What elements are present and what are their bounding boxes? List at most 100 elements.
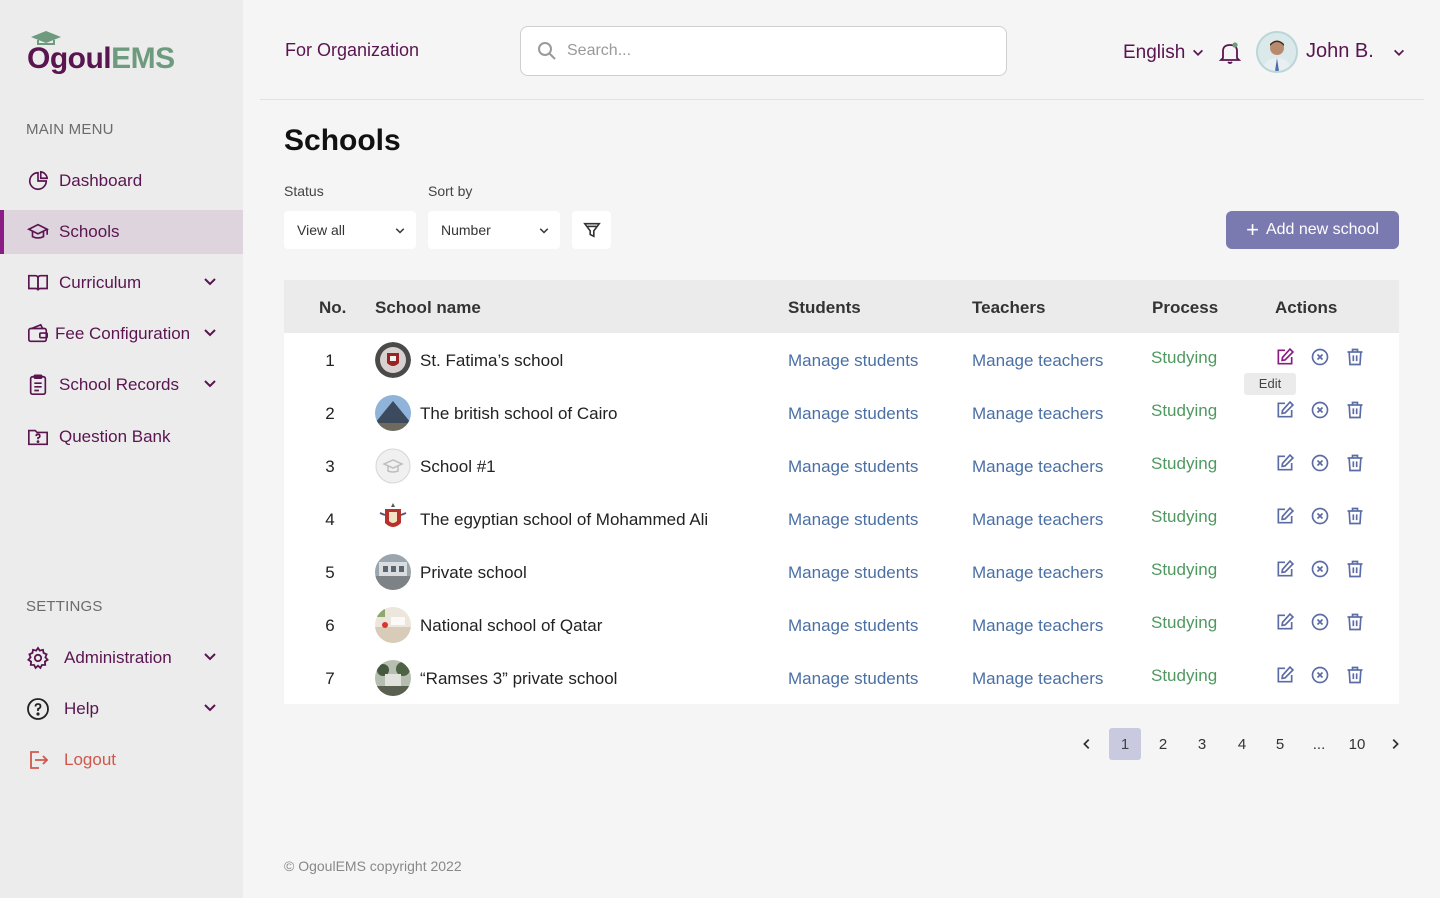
page-button-5[interactable]: 5 bbox=[1264, 728, 1296, 760]
sidebar-item-logout[interactable]: Logout bbox=[0, 738, 243, 782]
help-icon bbox=[26, 697, 50, 721]
page-button-10[interactable]: 10 bbox=[1341, 728, 1373, 760]
ogoulems-logo[interactable]: OgoulEMS bbox=[27, 30, 175, 74]
chevron-down-icon[interactable] bbox=[202, 274, 218, 290]
edit-icon[interactable] bbox=[1274, 452, 1296, 474]
sort-by-select[interactable]: Number bbox=[428, 211, 560, 249]
sidebar-item-school-records[interactable]: School Records bbox=[0, 363, 243, 407]
row-number: 1 bbox=[325, 351, 335, 370]
trash-icon[interactable] bbox=[1344, 346, 1366, 368]
trash-icon[interactable] bbox=[1344, 611, 1366, 633]
sidebar-item-curriculum[interactable]: Curriculum bbox=[0, 261, 243, 305]
header-actions: Actions bbox=[1275, 298, 1338, 317]
edit-icon[interactable] bbox=[1274, 346, 1296, 368]
cancel-circle-icon[interactable] bbox=[1309, 505, 1331, 527]
chevron-down-icon[interactable] bbox=[1392, 46, 1406, 60]
trash-icon[interactable] bbox=[1344, 399, 1366, 421]
school-logo bbox=[375, 607, 411, 643]
search-input[interactable] bbox=[567, 42, 967, 60]
search-box[interactable] bbox=[520, 26, 1007, 76]
chevron-down-icon bbox=[539, 228, 549, 234]
book-icon bbox=[26, 271, 50, 295]
prev-page-chevron-left-icon[interactable] bbox=[1071, 728, 1103, 760]
status-select[interactable]: View all bbox=[284, 211, 416, 249]
chevron-down-icon[interactable] bbox=[202, 376, 218, 392]
manage-teachers-link[interactable]: Manage teachers bbox=[972, 351, 1103, 371]
manage-students-link[interactable]: Manage students bbox=[788, 457, 918, 477]
edit-icon[interactable] bbox=[1274, 558, 1296, 580]
chevron-down-icon[interactable] bbox=[202, 325, 218, 341]
page-ellipsis: ... bbox=[1312, 735, 1326, 753]
manage-teachers-link[interactable]: Manage teachers bbox=[972, 563, 1103, 583]
schools-table: No. School name Students Teachers Proces… bbox=[284, 280, 1399, 704]
row-number: 2 bbox=[325, 404, 335, 423]
manage-teachers-link[interactable]: Manage teachers bbox=[972, 457, 1103, 477]
edit-icon[interactable] bbox=[1274, 505, 1296, 527]
page-button-2[interactable]: 2 bbox=[1147, 728, 1179, 760]
sidebar-item-label: School Records bbox=[59, 375, 180, 394]
user-name[interactable]: John B. bbox=[1306, 40, 1374, 63]
school-logo bbox=[375, 342, 411, 378]
organization-title[interactable]: For Organization bbox=[285, 40, 419, 61]
page-button-3[interactable]: 3 bbox=[1186, 728, 1218, 760]
cancel-circle-icon[interactable] bbox=[1309, 664, 1331, 686]
language-selector[interactable]: English bbox=[1123, 42, 1205, 64]
sidebar-item-label: Logout bbox=[64, 750, 116, 769]
row-number: 4 bbox=[325, 510, 335, 529]
records-icon bbox=[26, 373, 50, 397]
trash-icon[interactable] bbox=[1344, 452, 1366, 474]
notification-bell-icon[interactable] bbox=[1218, 40, 1242, 71]
trash-icon[interactable] bbox=[1344, 664, 1366, 686]
manage-students-link[interactable]: Manage students bbox=[788, 563, 918, 583]
manage-students-link[interactable]: Manage students bbox=[788, 404, 918, 424]
row-number: 5 bbox=[325, 563, 335, 582]
manage-students-link[interactable]: Manage students bbox=[788, 510, 918, 530]
cancel-circle-icon[interactable] bbox=[1309, 399, 1331, 421]
header-school-name: School name bbox=[375, 298, 481, 317]
trash-icon[interactable] bbox=[1344, 558, 1366, 580]
sidebar-item-schools[interactable]: Schools bbox=[0, 210, 243, 254]
cancel-circle-icon[interactable] bbox=[1309, 346, 1331, 368]
page-button-1[interactable]: 1 bbox=[1109, 728, 1141, 760]
chevron-down-icon[interactable] bbox=[202, 649, 218, 665]
sidebar-item-label: Curriculum bbox=[59, 273, 142, 292]
edit-icon[interactable] bbox=[1274, 611, 1296, 633]
school-logo-placeholder bbox=[375, 448, 411, 484]
trash-icon[interactable] bbox=[1344, 505, 1366, 527]
sidebar-item-administration[interactable]: Administration bbox=[0, 636, 243, 680]
manage-teachers-link[interactable]: Manage teachers bbox=[972, 616, 1103, 636]
next-page-chevron-right-icon[interactable] bbox=[1379, 728, 1411, 760]
manage-students-link[interactable]: Manage students bbox=[788, 616, 918, 636]
process-status: Studying bbox=[1151, 613, 1218, 632]
add-new-school-button[interactable]: + Add new school bbox=[1226, 211, 1399, 249]
process-status: Studying bbox=[1151, 560, 1218, 579]
cancel-circle-icon[interactable] bbox=[1309, 611, 1331, 633]
manage-teachers-link[interactable]: Manage teachers bbox=[972, 404, 1103, 424]
logout-icon bbox=[26, 748, 50, 772]
process-status: Studying bbox=[1151, 348, 1218, 367]
language-label: English bbox=[1123, 42, 1186, 63]
page-button-4[interactable]: 4 bbox=[1226, 728, 1258, 760]
chevron-down-icon[interactable] bbox=[202, 700, 218, 716]
search-icon bbox=[538, 42, 556, 60]
sidebar-item-fee-configuration[interactable]: Fee Configuration bbox=[0, 312, 243, 356]
sidebar-item-help[interactable]: Help bbox=[0, 687, 243, 731]
edit-icon[interactable] bbox=[1274, 399, 1296, 421]
cancel-circle-icon[interactable] bbox=[1309, 452, 1331, 474]
plus-icon: + bbox=[1246, 217, 1259, 242]
user-avatar[interactable] bbox=[1256, 31, 1298, 73]
manage-teachers-link[interactable]: Manage teachers bbox=[972, 669, 1103, 689]
school-logo bbox=[375, 660, 411, 696]
manage-students-link[interactable]: Manage students bbox=[788, 351, 918, 371]
manage-students-link[interactable]: Manage students bbox=[788, 669, 918, 689]
school-logo bbox=[375, 554, 411, 590]
sidebar-item-dashboard[interactable]: Dashboard bbox=[0, 159, 243, 203]
filter-button[interactable] bbox=[572, 211, 611, 249]
sidebar-item-label: Help bbox=[64, 699, 99, 718]
sidebar-item-question-bank[interactable]: Question Bank bbox=[0, 415, 243, 459]
sidebar: OgoulEMS MAIN MENU Dashboard Schools Cur… bbox=[0, 0, 243, 898]
table-row: 5 Private school Manage students Manage … bbox=[284, 545, 1399, 598]
manage-teachers-link[interactable]: Manage teachers bbox=[972, 510, 1103, 530]
edit-icon[interactable] bbox=[1274, 664, 1296, 686]
cancel-circle-icon[interactable] bbox=[1309, 558, 1331, 580]
